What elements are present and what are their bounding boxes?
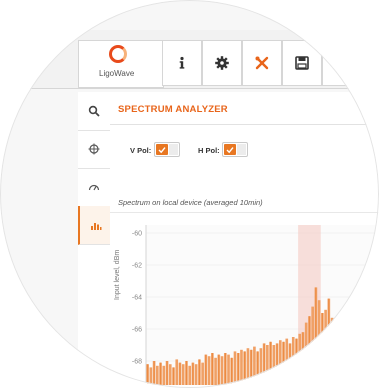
search-icon bbox=[88, 105, 100, 117]
info-icon bbox=[179, 56, 185, 69]
y-tick-label: -64 bbox=[132, 295, 142, 302]
v-pol-check bbox=[156, 144, 168, 155]
h-pol-check bbox=[224, 144, 236, 155]
spectrum-bar bbox=[194, 364, 198, 385]
spectrum-bar bbox=[246, 348, 250, 385]
spectrum-bar bbox=[259, 348, 263, 385]
tools-button[interactable] bbox=[242, 40, 282, 86]
y-tick-label: -62 bbox=[132, 263, 142, 270]
spectrum-bar bbox=[304, 322, 308, 385]
spectrum-bar bbox=[156, 365, 159, 385]
spectrum-bar bbox=[162, 365, 166, 385]
spectrum-bar bbox=[149, 367, 153, 385]
spectrum-bar bbox=[220, 356, 224, 385]
y-tick-label: -66 bbox=[132, 327, 142, 334]
sidebar-item-search[interactable] bbox=[78, 92, 110, 131]
spectrum-bar bbox=[175, 359, 179, 385]
spectrum-bar bbox=[363, 329, 366, 385]
spectrum-bar bbox=[330, 317, 334, 385]
crosshair-icon bbox=[88, 143, 100, 155]
spectrum-bar bbox=[253, 346, 256, 385]
h-pol-label: H Pol: bbox=[198, 146, 220, 155]
spectrum-bar bbox=[337, 330, 340, 385]
sidebar bbox=[78, 92, 112, 388]
info-button[interactable] bbox=[162, 40, 202, 86]
y-tick-label: -68 bbox=[132, 359, 142, 366]
gear-icon bbox=[215, 56, 229, 70]
v-pol-toggle[interactable] bbox=[154, 142, 180, 157]
spectrum-bar bbox=[285, 338, 289, 385]
brand-name: LigoWave bbox=[99, 69, 135, 78]
save-button[interactable] bbox=[282, 40, 322, 86]
spectrum-bar bbox=[240, 349, 243, 385]
v-pol-label: V Pol: bbox=[130, 146, 152, 155]
page-title: SPECTRUM ANALYZER bbox=[118, 104, 228, 115]
v-pol-toggle-off bbox=[169, 144, 178, 155]
spectrum-bar bbox=[324, 309, 327, 385]
sidebar-item-alignment[interactable] bbox=[78, 130, 110, 169]
sidebar-item-speed[interactable] bbox=[78, 168, 110, 207]
spectrum-bar bbox=[278, 340, 282, 385]
chart-divider bbox=[110, 212, 379, 213]
h-pol-toggle-off bbox=[237, 144, 246, 155]
spectrum-bar bbox=[343, 329, 347, 385]
toolbar-spacer bbox=[322, 40, 379, 86]
spectrum-bar bbox=[356, 332, 360, 385]
spectrum-bar bbox=[201, 362, 204, 385]
spectrum-bar bbox=[207, 356, 211, 385]
spectrum-chart: -60 -62 -64 -66 -68 bbox=[132, 225, 379, 385]
spectrum-bar bbox=[291, 337, 295, 385]
spectrum-bar bbox=[311, 306, 314, 385]
y-tick-label: -60 bbox=[132, 231, 142, 238]
spectrum-bar bbox=[317, 300, 321, 385]
spectrum-bar bbox=[376, 324, 379, 385]
spectrum-bar bbox=[181, 364, 185, 385]
sidebar-item-spectrum[interactable] bbox=[78, 206, 112, 245]
spectrum-bar bbox=[233, 351, 237, 385]
ligowave-logo-icon bbox=[109, 45, 127, 63]
gauge-icon bbox=[88, 184, 100, 191]
spectrum-bar bbox=[266, 345, 269, 385]
spectrum-bar bbox=[214, 357, 217, 385]
spectrum-bar bbox=[350, 327, 353, 385]
spectrum-bar bbox=[168, 364, 172, 385]
tools-icon bbox=[255, 56, 269, 70]
checkmark-icon bbox=[158, 146, 166, 153]
spectrum-icon bbox=[91, 223, 102, 230]
chart-title: Spectrum on local device (averaged 10min… bbox=[118, 198, 263, 207]
checkmark-icon bbox=[226, 146, 234, 153]
settings-button[interactable] bbox=[202, 40, 242, 86]
spectrum-bar bbox=[227, 354, 230, 385]
save-icon bbox=[295, 56, 309, 70]
spectrum-bar bbox=[272, 345, 276, 385]
spectrum-bar bbox=[298, 333, 302, 385]
spectrum-bar bbox=[188, 365, 192, 385]
title-divider bbox=[110, 124, 379, 125]
h-pol-toggle[interactable] bbox=[222, 142, 248, 157]
app-window: LigoWave SPECTRUM ANALYZER V Pol: H Pol:… bbox=[0, 0, 379, 388]
spectrum-bar bbox=[369, 330, 373, 385]
